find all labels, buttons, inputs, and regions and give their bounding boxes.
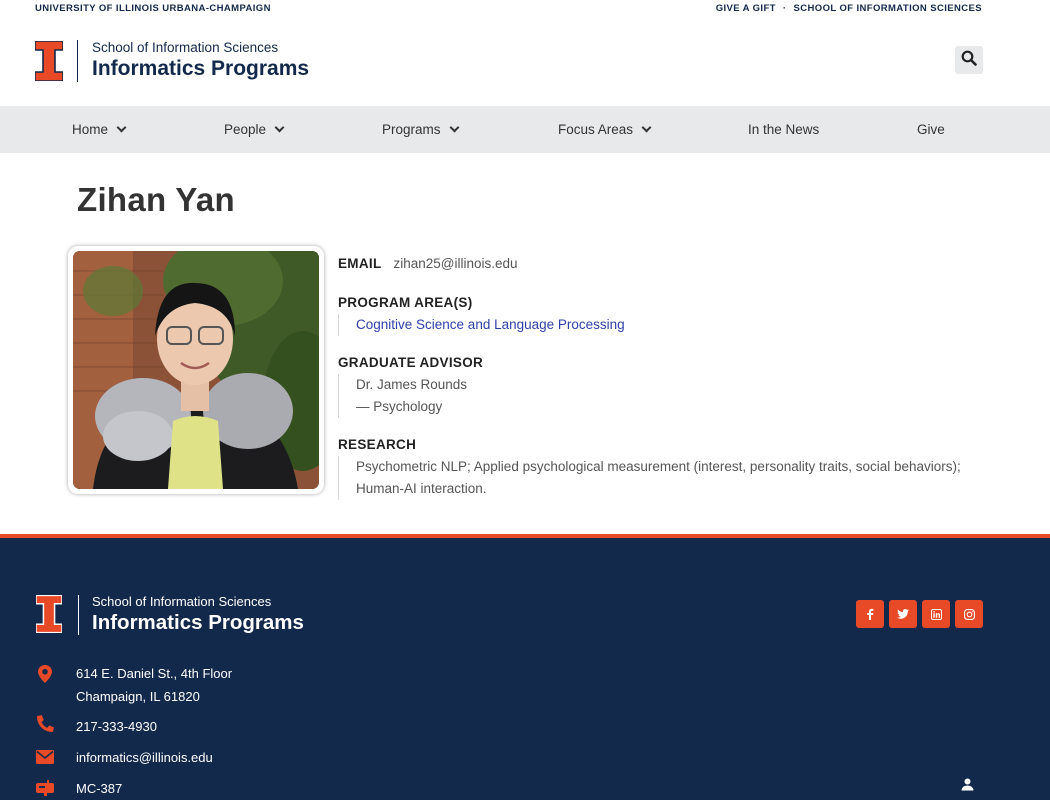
footer-address: 614 E. Daniel St., 4th Floor Champaign, … [36, 662, 232, 708]
search-button[interactable] [955, 46, 983, 74]
chevron-down-icon [449, 122, 459, 133]
instagram-icon[interactable] [955, 600, 983, 628]
chevron-down-icon [274, 122, 285, 133]
nav-label: Focus Areas [558, 122, 634, 137]
nav-item-home[interactable]: Home [72, 106, 127, 153]
utility-links: GIVE A GIFT · SCHOOL OF INFORMATION SCIE… [712, 3, 982, 14]
mail-code-text: MC-387 [76, 781, 123, 796]
logo-program-name: Informatics Programs [92, 57, 310, 80]
mailbox-icon [36, 777, 54, 800]
site-logo[interactable]: School of Information Sciences Informati… [35, 40, 309, 82]
nav-item-people[interactable]: People [224, 106, 285, 153]
footer-mail-code: MC-387 [36, 777, 122, 800]
block-i-logo [35, 41, 63, 81]
program-area-link[interactable]: Cognitive Science and Language Processin… [356, 317, 625, 332]
logo-divider [78, 594, 79, 635]
advisor-section: GRADUATE ADVISOR Dr. James Rounds — Psyc… [338, 355, 988, 418]
footer-email: informatics@illinois.edu [36, 746, 213, 769]
footer-logo[interactable]: School of Information Sciences Informati… [36, 594, 304, 635]
nav-label: Give [917, 122, 945, 137]
research-label: RESEARCH [338, 437, 417, 452]
footer-school-name: School of Information Sciences [92, 594, 272, 609]
school-link[interactable]: SCHOOL OF INFORMATION SCIENCES [794, 3, 982, 14]
advisor-name: Dr. James Rounds [356, 377, 468, 392]
email-link[interactable]: informatics@illinois.edu [76, 746, 213, 769]
facebook-icon[interactable] [856, 600, 884, 628]
envelope-icon [36, 746, 54, 769]
profile-photo [73, 251, 319, 489]
phone-link[interactable]: 217-333-4930 [76, 715, 157, 738]
email-value[interactable]: zihan25@illinois.edu [394, 256, 518, 271]
nav-item-give[interactable]: Give [917, 106, 945, 153]
chevron-down-icon [116, 122, 127, 133]
nav-label: Programs [382, 122, 441, 137]
address-text: 614 E. Daniel St., 4th Floor Champaign, … [76, 662, 232, 708]
twitter-icon[interactable] [889, 600, 917, 628]
phone-icon [36, 715, 54, 738]
logo-divider [77, 40, 78, 82]
footer-program-name: Informatics Programs [92, 611, 304, 634]
research-text: Psychometric NLP; Applied psychological … [338, 456, 988, 500]
give-gift-link[interactable]: GIVE A GIFT [716, 3, 776, 14]
advisor-department: — Psychology [356, 399, 443, 414]
chevron-down-icon [641, 122, 652, 133]
site-header: School of Information Sciences Informati… [0, 18, 1050, 106]
profile-details: EMAIL zihan25@illinois.edu PROGRAM AREA(… [338, 256, 988, 500]
email-label: EMAIL [338, 256, 382, 271]
map-pin-icon [36, 662, 54, 708]
research-section: RESEARCH Psychometric NLP; Applied psych… [338, 437, 988, 500]
linkedin-icon[interactable] [922, 600, 950, 628]
address-line-1: 614 E. Daniel St., 4th Floor [76, 666, 233, 681]
profile-photo-frame [68, 246, 324, 494]
program-area-label: PROGRAM AREA(S) [338, 295, 473, 310]
search-icon [961, 50, 977, 71]
main-nav: Home People Programs Focus Areas In the … [0, 106, 1050, 153]
university-link[interactable]: UNIVERSITY OF ILLINOIS URBANA-CHAMPAIGN [35, 3, 271, 14]
utility-bar: UNIVERSITY OF ILLINOIS URBANA-CHAMPAIGN … [0, 0, 1050, 18]
nav-label: In the News [748, 122, 820, 137]
footer-logo-text: School of Information Sciences Informati… [92, 594, 304, 635]
site-footer: School of Information Sciences Informati… [0, 534, 1050, 800]
nav-item-programs[interactable]: Programs [382, 106, 459, 153]
logo-school-name: School of Information Sciences [92, 40, 279, 55]
logo-text: School of Information Sciences Informati… [92, 40, 309, 82]
utility-separator: · [782, 3, 787, 14]
address-line-2: Champaign, IL 61820 [76, 689, 200, 704]
footer-phone: 217-333-4930 [36, 715, 157, 738]
email-row: EMAIL zihan25@illinois.edu [338, 256, 988, 276]
user-icon[interactable] [961, 778, 974, 796]
social-links [856, 600, 988, 628]
nav-item-focus-areas[interactable]: Focus Areas [558, 106, 652, 153]
program-area-section: PROGRAM AREA(S) Cognitive Science and La… [338, 295, 988, 336]
advisor-label: GRADUATE ADVISOR [338, 355, 484, 370]
nav-label: People [224, 122, 267, 137]
nav-item-in-the-news[interactable]: In the News [748, 106, 819, 153]
program-area-list: Cognitive Science and Language Processin… [338, 314, 988, 336]
nav-label: Home [72, 122, 109, 137]
page-title: Zihan Yan [77, 181, 235, 218]
advisor-info: Dr. James Rounds — Psychology [338, 374, 988, 418]
block-i-logo [36, 594, 64, 635]
